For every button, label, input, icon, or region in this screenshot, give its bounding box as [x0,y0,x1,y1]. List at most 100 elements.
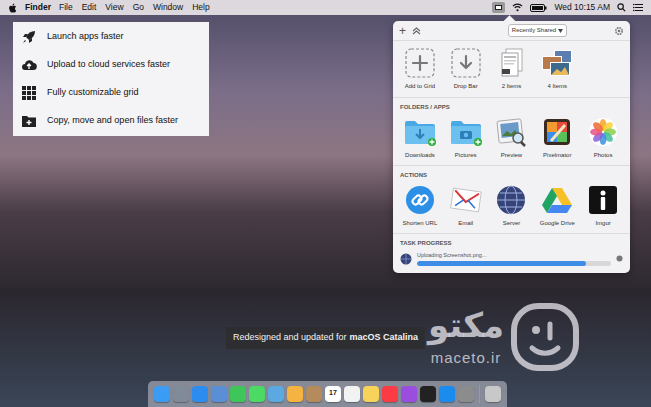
grid-item-label: Downloads [405,151,435,159]
photos-stack-icon [540,48,574,78]
grid-item-label: Email [458,219,473,227]
dock-app[interactable] [458,386,474,402]
folder-plus-icon [21,113,37,129]
popover-toolbar: + Recently Shared [393,21,630,41]
recent-dropdown[interactable]: Recently Shared [508,24,567,37]
grid-item[interactable]: Google Drive [534,184,580,227]
grid-item-label: Pixelmator [543,151,571,159]
email-icon [450,185,482,215]
grid-item[interactable]: Add to Grid [397,47,443,90]
task-label: Uploading Screenshot.png... [417,251,611,259]
add-grid-icon [405,48,435,78]
grid-item-label: 2 Items [502,82,522,90]
progress-fill [417,261,586,266]
dock-app[interactable] [268,386,284,402]
list-icon[interactable] [633,3,643,12]
stop-icon[interactable] [616,255,623,262]
dock-app[interactable] [154,386,170,402]
dock-app[interactable] [363,386,379,402]
grid-item-label: Pictures [455,151,477,159]
grid-item[interactable]: Imgur [580,184,626,227]
menu-item[interactable]: Edit [82,1,97,14]
grid-item[interactable]: Server [489,184,535,227]
clock[interactable]: Wed 10:15 AM [554,1,610,14]
menu-bar: Finder File Edit View Go Window Help Wed 10:15 … [0,0,651,15]
grid-item[interactable]: Pictures [443,116,489,159]
menu-item[interactable]: View [105,1,123,14]
globe-icon [496,185,526,215]
grid-item-label: Server [503,219,521,227]
dock-app[interactable] [344,386,360,402]
add-button[interactable]: + [399,25,406,37]
grid-item[interactable]: Shorten URL [397,184,443,227]
menu-item[interactable]: Help [192,1,209,14]
watermark: مکتوmaceto.ir [428,302,580,372]
wifi-icon[interactable] [512,3,523,12]
grid-item-label: Shorten URL [403,219,438,227]
gear-icon[interactable] [614,26,624,36]
grid-item[interactable]: 4 Items [534,47,580,90]
dock-app[interactable] [306,386,322,402]
cloud-upload-icon [21,57,37,73]
dock-app[interactable] [382,386,398,402]
menu-item[interactable]: File [59,1,73,14]
dock-app[interactable]: 17 [325,386,341,402]
pictures-folder-icon [449,117,483,147]
feature-row: Copy, move and open files faster [21,112,201,130]
caption: Redesigned and updated formacOS Catalina [226,327,425,349]
grid-item[interactable]: Downloads [397,116,443,159]
section-title: FOLDERS / APPS [397,103,626,112]
progress-bar [417,261,611,266]
grid-item-label: Drop Bar [454,82,478,90]
grid-item[interactable]: Drop Bar [443,47,489,90]
grid-item[interactable]: Email [443,184,489,227]
dock-app[interactable] [211,386,227,402]
feature-row: Fully customizable grid [21,84,201,102]
battery-icon[interactable] [530,4,547,12]
apple-icon[interactable] [8,3,17,13]
grid-item[interactable]: Pixelmator [534,116,580,159]
photos-app-icon [588,117,618,147]
dropzone-menu-icon[interactable] [492,2,505,13]
grid-item-label: Imgur [595,219,610,227]
feature-panel: Launch apps faster Upload to cloud servic… [13,22,209,136]
feature-row: Launch apps faster [21,28,201,46]
documents-stack-icon [496,48,526,78]
grid-item[interactable]: 2 Items [489,47,535,90]
search-icon[interactable] [617,3,626,12]
grid-item-label: 4 Items [547,82,567,90]
google-drive-icon [541,185,573,215]
section-title: ACTIONS [397,171,626,180]
collapse-icon[interactable] [412,26,421,35]
grid-item-label: Google Drive [540,219,575,227]
dock-app[interactable] [485,386,501,402]
popover-section: FOLDERS / APPS Downloads Pictures Preview Pi… [393,98,630,166]
smiley-logo-icon [510,302,580,372]
grid-item[interactable]: Preview [489,116,535,159]
grid-icon [21,85,37,101]
menu-app-name[interactable]: Finder [25,1,51,14]
dock-app[interactable] [401,386,417,402]
section-title: TASK PROGRESS [400,239,623,248]
menu-item[interactable]: Window [153,1,183,14]
dock-app[interactable] [420,386,436,402]
pixelmator-icon [542,117,572,147]
dock-app[interactable] [287,386,303,402]
feature-row: Upload to cloud services faster [21,56,201,74]
dock-app[interactable] [249,386,265,402]
dock-app[interactable] [439,386,455,402]
dock: 17 [148,381,507,407]
desktop: Finder File Edit View Go Window Help Wed 10:15 … [0,0,651,407]
grid-item[interactable]: Photos [580,116,626,159]
dock-separator [479,385,480,403]
rocket-icon [21,29,37,45]
grid-item-label: Photos [594,151,613,159]
top-items: Add to Grid Drop Bar 2 Items 4 Items [393,41,630,98]
drop-bar-icon [451,48,481,78]
menu-item[interactable]: Go [133,1,144,14]
dock-app[interactable] [173,386,189,402]
link-icon [405,185,435,215]
dock-app[interactable] [192,386,208,402]
dock-app[interactable] [230,386,246,402]
downloads-folder-icon [403,117,437,147]
